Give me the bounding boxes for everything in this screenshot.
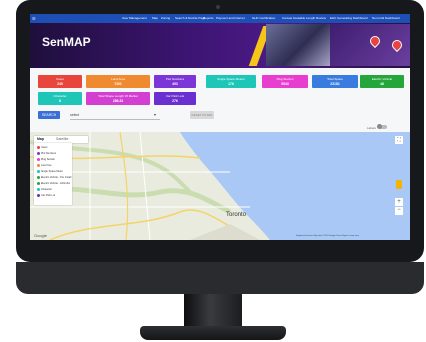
tab-map[interactable]: Map	[37, 137, 44, 141]
nav-item-payment[interactable]: Payment and Internet	[216, 16, 245, 20]
fullscreen-icon[interactable]: ⛶	[395, 136, 403, 144]
nav-item-non-grid-dashboard[interactable]: Non-Grid Dashboard	[372, 16, 400, 20]
legend-item[interactable]: Single Space Meter	[37, 170, 63, 173]
marker-icon	[37, 182, 40, 185]
stat-card-character[interactable]: Character 8	[38, 92, 82, 105]
legend-item[interactable]: Plog Section	[37, 158, 55, 161]
monitor-chin	[16, 262, 424, 294]
stat-card-total-shape-length[interactable]: Total Shape Length Of Market 286.33	[86, 92, 150, 105]
street-view-icon[interactable]	[396, 180, 402, 189]
tab-satellite[interactable]: Satellite	[56, 137, 68, 141]
map-attribution[interactable]: Keyboard shortcuts Map data ©2023 Google…	[296, 235, 359, 237]
reset-filter-button[interactable]: RESET FILTER	[190, 111, 214, 119]
marker-icon	[37, 152, 40, 155]
nav-item-canvas-review[interactable]: Canvas bookable Length Review	[282, 16, 326, 20]
stat-card-car-park-lots[interactable]: Car Park Lots 276	[154, 92, 196, 105]
stat-card-total-space[interactable]: Total Space 22181	[312, 75, 358, 88]
menu-icon[interactable]: ☰	[32, 16, 36, 21]
legend-item[interactable]: Plot Numbers	[37, 152, 56, 155]
nav-item-search-decide[interactable]: Search & Decide Page	[175, 16, 205, 20]
nav-item-ghc-certification[interactable]: GHC Certification	[252, 16, 275, 20]
legend-item[interactable]: Land Use	[37, 164, 52, 167]
marker-icon	[37, 146, 40, 149]
legend-item[interactable]: Users	[37, 146, 48, 149]
zoom-in-button[interactable]: +	[395, 198, 403, 206]
app-title: SenMAP	[42, 35, 91, 49]
toggle-knob[interactable]	[377, 124, 382, 129]
map-pin-icon	[389, 37, 405, 53]
stat-card-users[interactable]: Users 245	[38, 75, 82, 88]
map-city-label: Toronto	[226, 212, 247, 218]
legend-item[interactable]: Electric Vehicle - Arthrobix	[37, 182, 70, 185]
chevron-down-icon[interactable]: ▾	[154, 111, 156, 119]
nav-item-map[interactable]: Map	[152, 16, 158, 20]
nav-item-zoning[interactable]: Zoning	[161, 16, 170, 20]
map-canvas[interactable]	[30, 132, 410, 240]
legend-item[interactable]: Electric Vehicle - Pre Install	[37, 176, 71, 179]
marker-icon	[37, 164, 40, 167]
marker-icon	[37, 194, 40, 197]
search-button[interactable]: SEARCH	[38, 111, 60, 119]
webcam	[216, 5, 220, 9]
map-tiles	[30, 132, 410, 240]
google-logo: Google	[34, 233, 47, 238]
banner-map-graphic	[330, 24, 410, 66]
zoom-out-button[interactable]: −	[395, 207, 403, 215]
nav-item-user-management[interactable]: User Management	[122, 16, 147, 20]
stat-card-electric-vehicle[interactable]: Electric Vehicle 48	[360, 75, 404, 88]
labels-toggle-label: Labels	[367, 126, 376, 130]
marker-icon	[37, 188, 40, 191]
stat-card-single-space-meters[interactable]: Single Space Meters 178	[206, 75, 256, 88]
filter-select[interactable]: select	[70, 111, 160, 120]
legend-item[interactable]: Car Park Lot	[37, 194, 55, 197]
marker-icon	[37, 158, 40, 161]
nav-item-reports[interactable]: Reports	[203, 16, 214, 20]
marker-icon	[37, 170, 40, 173]
screen: ☰ User Management Map Zoning Search & De…	[30, 14, 410, 240]
map-type-tabs: Map Satellite	[34, 136, 88, 143]
banner-image	[266, 24, 330, 66]
stat-card-plot-numbers[interactable]: Plot Numbers 493	[154, 75, 196, 88]
nav-item-ehc-dashboard[interactable]: EHC Generating Dashboard	[330, 16, 368, 20]
monitor-stand-foot	[140, 326, 286, 340]
map-pin-icon	[367, 33, 383, 49]
legend-item[interactable]: Character	[37, 188, 52, 191]
map-legend: Users Plot Numbers Plog Section Land Use…	[34, 143, 72, 205]
stat-card-land-area[interactable]: Land Area 7301	[86, 75, 150, 88]
top-navbar: ☰ User Management Map Zoning Search & De…	[30, 14, 410, 23]
stat-card-plog-section[interactable]: Plog Section 5543	[262, 75, 308, 88]
marker-icon	[37, 176, 40, 179]
